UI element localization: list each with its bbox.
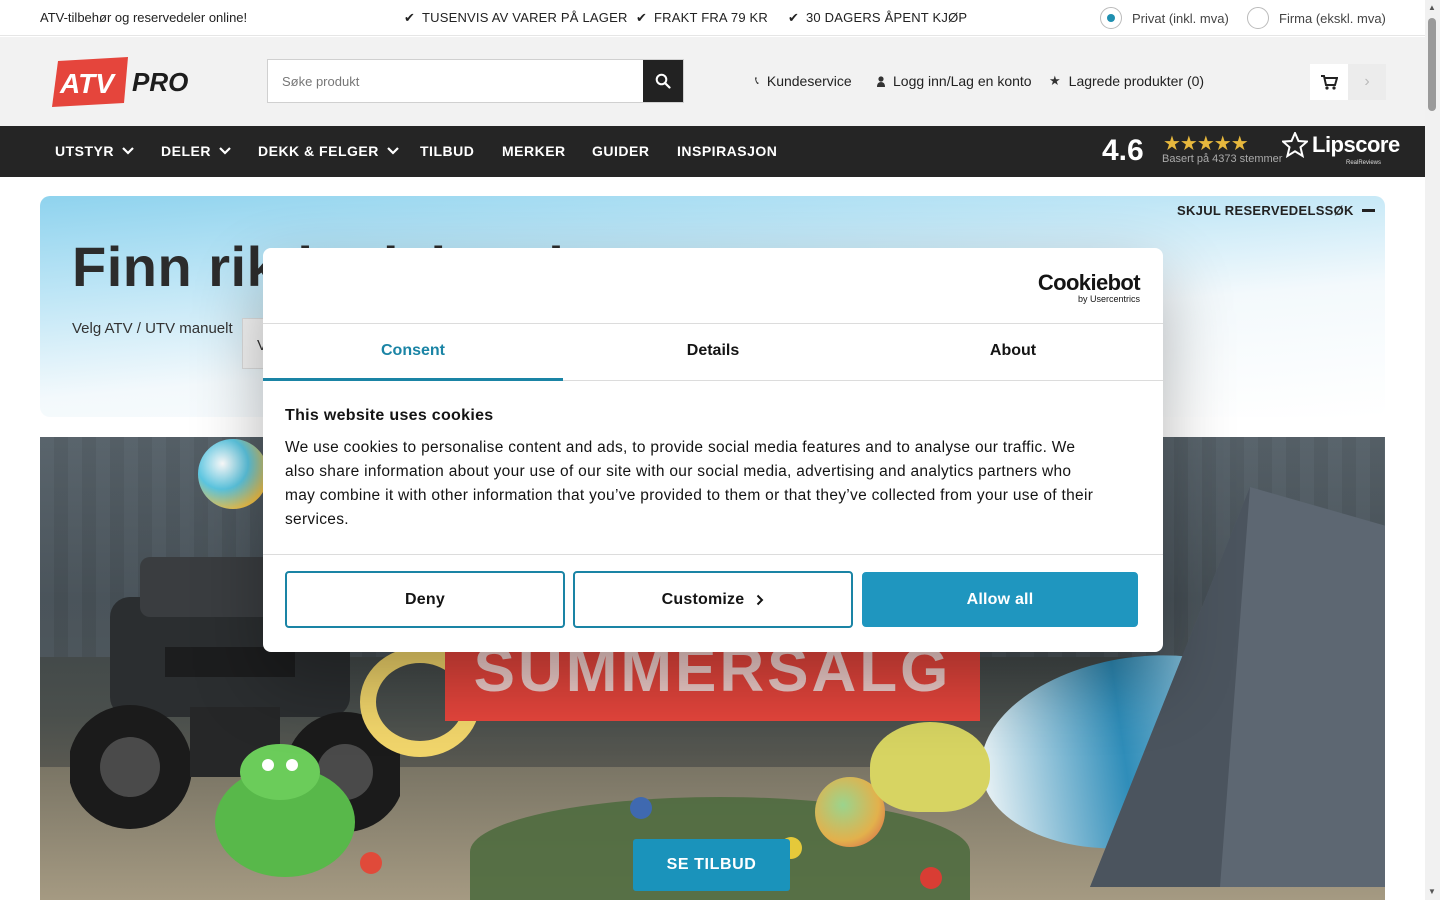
- radio-company-label: Firma (ekskl. mva): [1279, 10, 1386, 26]
- chevron-right-icon[interactable]: ›: [1348, 64, 1386, 100]
- logo-atv-text: ATV: [59, 68, 116, 99]
- page: ATV-tilbehør og reservedeler online! ✔ TU…: [0, 0, 1440, 900]
- tab-details[interactable]: Details: [563, 324, 863, 380]
- croquet-ball: [920, 867, 942, 889]
- saved-products-link[interactable]: ★ Lagrede produkter (0): [1049, 73, 1204, 89]
- nav-item-label: MERKER: [502, 143, 566, 159]
- phone-icon: 📞︎: [755, 74, 759, 87]
- cookiebot-wordmark: Cookiebot: [1037, 270, 1141, 295]
- main-nav: UTSTYR DELER DEKK & FELGER TILBUD MERKER…: [0, 126, 1425, 177]
- nav-item-label: GUIDER: [592, 143, 650, 159]
- tagline: ATV-tilbehør og reservedeler online!: [40, 10, 248, 25]
- finder-label: Velg ATV / UTV manuelt: [72, 320, 233, 337]
- check-icon: ✔: [404, 10, 416, 25]
- chevron-down-icon: [387, 147, 399, 155]
- radio-private-label: Privat (inkl. mva): [1132, 10, 1229, 26]
- cart-button[interactable]: [1310, 64, 1348, 100]
- allow-all-label: Allow all: [966, 590, 1034, 608]
- scroll-down-icon[interactable]: ▼: [1428, 887, 1436, 896]
- nav-item-label: UTSTYR: [55, 143, 114, 159]
- usp-label: TUSENVIS AV VARER PÅ LAGER: [422, 10, 628, 25]
- radio-private[interactable]: Privat (inkl. mva): [1100, 7, 1229, 29]
- login-label: Logg inn/Lag en konto: [893, 73, 1032, 89]
- usp-shipping: ✔ FRAKT FRA 79 KR: [636, 10, 768, 26]
- usp-label: FRAKT FRA 79 KR: [654, 10, 769, 25]
- nav-item-dekk-felger[interactable]: DEKK & FELGER: [258, 143, 399, 159]
- hide-part-search-link[interactable]: SKJUL RESERVEDELSSØK: [1177, 203, 1375, 218]
- atvpro-logo[interactable]: ATV PRO: [52, 57, 194, 107]
- nav-item-inspirasjon[interactable]: INSPIRASJON: [677, 143, 777, 159]
- scrollbar-thumb[interactable]: [1428, 18, 1436, 111]
- top-bar: ATV-tilbehør og reservedeler online! ✔ TU…: [0, 0, 1425, 36]
- search-icon: [655, 73, 671, 89]
- cookie-tabs: Consent Details About: [263, 324, 1163, 381]
- tab-consent[interactable]: Consent: [263, 324, 563, 381]
- radio-company-indicator[interactable]: [1247, 7, 1269, 29]
- page-scrollbar[interactable]: ▲ ▼: [1425, 0, 1440, 900]
- lipscore-sub: RealReviews: [1346, 160, 1382, 166]
- lipscore-star-icon: [1282, 132, 1308, 158]
- usp-stock: ✔ TUSENVIS AV VARER PÅ LAGER: [404, 10, 628, 26]
- beach-ball: [198, 439, 268, 509]
- search-bar: [267, 59, 684, 103]
- deny-label: Deny: [405, 590, 445, 608]
- login-link[interactable]: Logg inn/Lag en konto: [877, 73, 1032, 89]
- customer-service-label: Kundeservice: [766, 73, 852, 89]
- nav-item-label: TILBUD: [420, 143, 475, 159]
- lipscore-wordmark: Lipscore: [1312, 132, 1400, 157]
- usp-label: 30 DAGERS ÅPENT KJØP: [806, 10, 968, 25]
- nav-item-label: INSPIRASJON: [677, 143, 778, 159]
- nav-item-tilbud[interactable]: TILBUD: [420, 143, 474, 159]
- divider: [263, 554, 1163, 555]
- user-icon: [877, 75, 885, 87]
- lipscore-badge[interactable]: Lipscore RealReviews: [1282, 132, 1400, 166]
- allow-all-button[interactable]: Allow all: [862, 572, 1138, 627]
- logo-pro-text: PRO: [132, 67, 188, 97]
- customize-label: Customize: [661, 590, 745, 608]
- nav-item-utstyr[interactable]: UTSTYR: [55, 143, 134, 159]
- scroll-up-icon[interactable]: ▲: [1428, 3, 1436, 12]
- nav-item-label: DELER: [161, 143, 211, 159]
- rating-score[interactable]: 4.6: [1102, 134, 1144, 168]
- customize-button[interactable]: Customize: [573, 571, 853, 628]
- radio-company[interactable]: Firma (ekskl. mva): [1247, 7, 1386, 29]
- cookie-description: We use cookies to personalise content an…: [285, 439, 1094, 528]
- star-icon: ★: [1049, 73, 1061, 88]
- check-icon: ✔: [788, 10, 800, 25]
- cookiebot-logo: Cookiebot by Usercentrics: [1037, 270, 1141, 304]
- chevron-right-icon: [757, 594, 764, 605]
- croquet-ball: [630, 797, 652, 819]
- saved-products-label: Lagrede produkter (0): [1068, 73, 1205, 89]
- check-icon: ✔: [636, 10, 648, 25]
- cookie-consent-dialog: Cookiebot by Usercentrics Consent Detail…: [263, 248, 1163, 652]
- radio-private-indicator[interactable]: [1100, 7, 1122, 29]
- cart-icon: [1320, 74, 1338, 90]
- chevron-down-icon: [122, 147, 134, 155]
- search-input[interactable]: [268, 60, 643, 102]
- nav-item-merker[interactable]: MERKER: [502, 143, 566, 159]
- header: ATV PRO 📞︎ Kundeservice Logg inn/Lag en k…: [0, 37, 1425, 126]
- hide-part-search-label: SKJUL RESERVEDELSSØK: [1177, 203, 1354, 218]
- nav-item-label: DEKK & FELGER: [258, 143, 379, 159]
- search-button[interactable]: [643, 60, 683, 102]
- grill-image: [870, 722, 990, 812]
- see-offers-button[interactable]: SE TILBUD: [633, 839, 790, 891]
- inflatable-crocodile-image: [215, 744, 355, 877]
- cookie-title: This website uses cookies: [285, 407, 494, 424]
- usp-returns: ✔ 30 DAGERS ÅPENT KJØP: [788, 10, 967, 26]
- customer-service-link[interactable]: 📞︎ Kundeservice: [755, 73, 852, 89]
- minus-icon: [1361, 209, 1375, 212]
- tab-about[interactable]: About: [863, 324, 1163, 380]
- nav-item-deler[interactable]: DELER: [161, 143, 231, 159]
- chevron-down-icon: [219, 147, 231, 155]
- deny-button[interactable]: Deny: [285, 571, 565, 628]
- rating-count: Basert på 4373 stemmer: [1162, 153, 1283, 165]
- nav-item-guider[interactable]: GUIDER: [592, 143, 649, 159]
